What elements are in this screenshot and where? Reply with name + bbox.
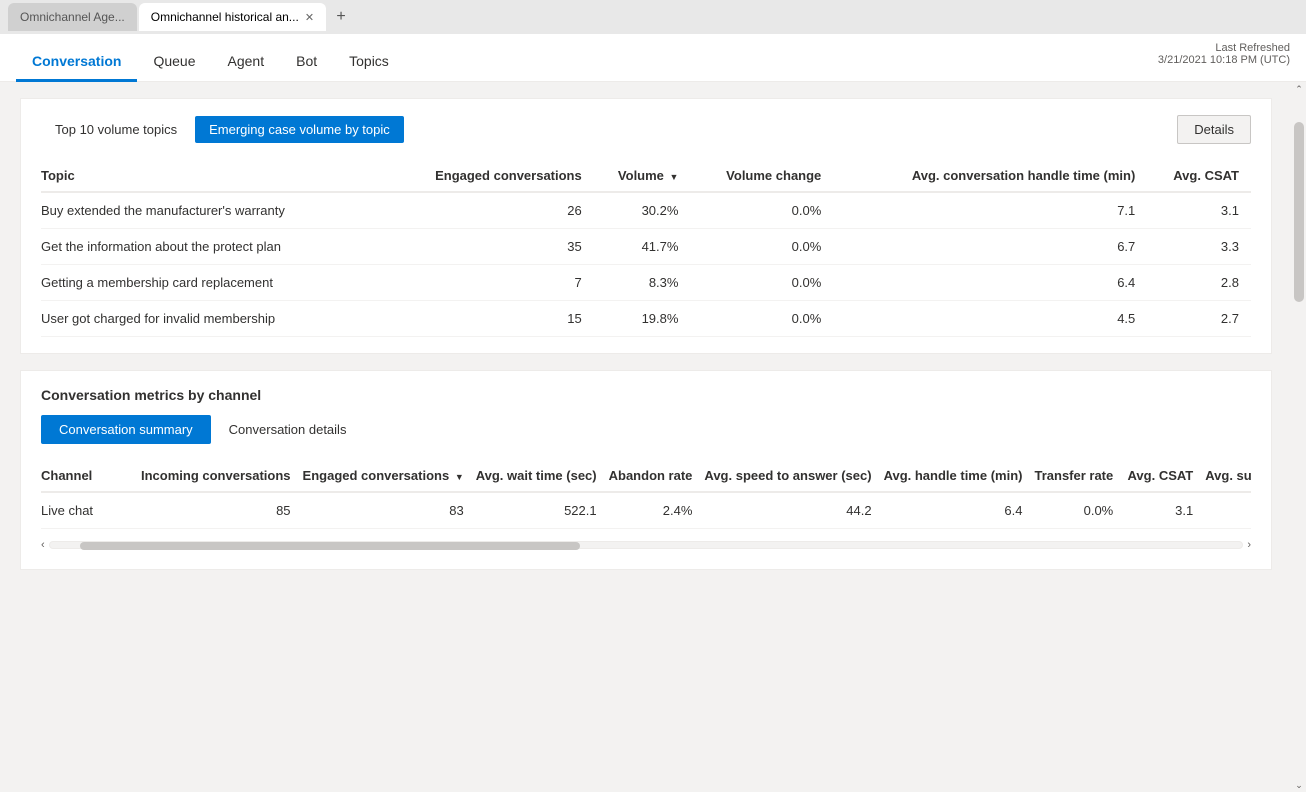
topics-card: Top 10 volume topics Emerging case volum… (20, 98, 1272, 354)
cell-engaged: 7 (382, 265, 594, 301)
cell-volume: 19.8% (594, 301, 691, 337)
nav-tab-queue[interactable]: Queue (137, 41, 211, 82)
cell-volume: 41.7% (594, 229, 691, 265)
channel-table-header: Channel Incoming conversations Engaged c… (41, 460, 1251, 492)
tab-emerging-case-volume[interactable]: Emerging case volume by topic (195, 116, 404, 143)
cell-engaged: 83 (303, 492, 476, 529)
cell-avg-handle: 6.4 (833, 265, 1147, 301)
col-avg-handle: Avg. conversation handle time (min) (833, 160, 1147, 192)
browser-tab-2-close[interactable]: ✕ (305, 11, 314, 24)
tab-conversation-details[interactable]: Conversation details (211, 415, 365, 444)
nav-tab-topics[interactable]: Topics (333, 41, 405, 82)
scroll-up-arrow[interactable]: ⌃ (1292, 82, 1306, 96)
summary-tab-bar: Conversation summary Conversation detail… (41, 415, 1251, 444)
ch-col-handle: Avg. handle time (min) (884, 460, 1035, 492)
cell-channel: Live chat (41, 492, 141, 529)
v-scrollbar: ⌃ ⌄ (1292, 82, 1306, 792)
cell-engaged: 15 (382, 301, 594, 337)
metrics-section-title: Conversation metrics by channel (41, 387, 1251, 403)
cell-topic: User got charged for invalid membership (41, 301, 382, 337)
cell-avg-csat: 2.7 (1147, 301, 1251, 337)
scroll-right-arrow[interactable]: › (1247, 539, 1251, 551)
cell-topic: Getting a membership card replacement (41, 265, 382, 301)
page-wrapper: Top 10 volume topics Emerging case volum… (0, 82, 1306, 792)
topics-tab-bar: Top 10 volume topics Emerging case volum… (41, 115, 1251, 144)
engaged-sort-icon: ▼ (455, 472, 464, 482)
browser-tab-1[interactable]: Omnichannel Age... (8, 3, 137, 31)
cell-volume: 8.3% (594, 265, 691, 301)
cell-volume: 30.2% (594, 192, 691, 229)
table-row: Get the information about the protect pl… (41, 229, 1251, 265)
col-topic: Topic (41, 160, 382, 192)
cell-abandon: 2.4% (609, 492, 705, 529)
scroll-down-arrow[interactable]: ⌄ (1292, 778, 1306, 792)
last-refreshed-info: Last Refreshed 3/21/2021 10:18 PM (UTC) (1158, 42, 1290, 66)
table-row: Live chat 85 83 522.1 2.4% 44.2 6.4 0.0%… (41, 492, 1251, 529)
cell-avg-handle: 4.5 (833, 301, 1147, 337)
browser-tab-bar: Omnichannel Age... Omnichannel historica… (0, 0, 1306, 34)
cell-avg-wait: 522.1 (476, 492, 609, 529)
cell-avg-csat: 3.1 (1147, 192, 1251, 229)
nav-tab-bot[interactable]: Bot (280, 41, 333, 82)
cell-handle: 6.4 (884, 492, 1035, 529)
col-engaged-conversations: Engaged conversations (382, 160, 594, 192)
ch-col-engaged: Engaged conversations ▼ (303, 460, 476, 492)
h-scrollbar-track[interactable] (49, 541, 1244, 549)
browser-tab-1-label: Omnichannel Age... (20, 10, 125, 24)
ch-col-survey: Avg. survey se (1205, 460, 1251, 492)
topics-table-header: Topic Engaged conversations Volume ▼ Vol… (41, 160, 1251, 192)
ch-col-incoming: Incoming conversations (141, 460, 303, 492)
ch-col-transfer: Transfer rate (1034, 460, 1125, 492)
ch-col-avg-wait: Avg. wait time (sec) (476, 460, 609, 492)
cell-speed: 44.2 (704, 492, 883, 529)
browser-tab-2-label: Omnichannel historical an... (151, 10, 299, 24)
cell-volume-change: 0.0% (690, 265, 833, 301)
cell-engaged: 26 (382, 192, 594, 229)
cell-transfer: 0.0% (1034, 492, 1125, 529)
channel-table-body: Live chat 85 83 522.1 2.4% 44.2 6.4 0.0%… (41, 492, 1251, 529)
details-button[interactable]: Details (1177, 115, 1251, 144)
new-tab-button[interactable]: + (328, 4, 354, 30)
channel-table: Channel Incoming conversations Engaged c… (41, 460, 1251, 529)
app-nav: Conversation Queue Agent Bot Topics Last… (0, 34, 1306, 82)
tab-top10-volume[interactable]: Top 10 volume topics (41, 116, 191, 143)
volume-sort-icon: ▼ (670, 172, 679, 182)
cell-volume-change: 0.0% (690, 229, 833, 265)
topics-table-scroll[interactable]: Topic Engaged conversations Volume ▼ Vol… (41, 160, 1251, 337)
cell-topic: Buy extended the manufacturer's warranty (41, 192, 382, 229)
nav-tab-conversation[interactable]: Conversation (16, 41, 137, 82)
tab-conversation-summary[interactable]: Conversation summary (41, 415, 211, 444)
ch-col-abandon: Abandon rate (609, 460, 705, 492)
col-avg-csat: Avg. CSAT (1147, 160, 1251, 192)
col-volume: Volume ▼ (594, 160, 691, 192)
topics-table: Topic Engaged conversations Volume ▼ Vol… (41, 160, 1251, 337)
table-row: Buy extended the manufacturer's warranty… (41, 192, 1251, 229)
cell-csat: 3.1 (1125, 492, 1205, 529)
cell-topic: Get the information about the protect pl… (41, 229, 382, 265)
cell-avg-csat: 3.3 (1147, 229, 1251, 265)
ch-col-speed: Avg. speed to answer (sec) (704, 460, 883, 492)
table-row: User got charged for invalid membership … (41, 301, 1251, 337)
metrics-card: Conversation metrics by channel Conversa… (20, 370, 1272, 570)
cell-survey (1205, 492, 1251, 529)
main-scroll-area[interactable]: Top 10 volume topics Emerging case volum… (0, 82, 1292, 792)
channel-table-scroll[interactable]: Channel Incoming conversations Engaged c… (41, 460, 1251, 529)
cell-incoming: 85 (141, 492, 303, 529)
table-row: Getting a membership card replacement 7 … (41, 265, 1251, 301)
cell-volume-change: 0.0% (690, 192, 833, 229)
cell-engaged: 35 (382, 229, 594, 265)
h-scrollbar-thumb (80, 542, 580, 550)
topics-table-body: Buy extended the manufacturer's warranty… (41, 192, 1251, 337)
scroll-left-arrow[interactable]: ‹ (41, 539, 45, 551)
col-volume-change: Volume change (690, 160, 833, 192)
ch-col-channel: Channel (41, 460, 141, 492)
nav-tab-agent[interactable]: Agent (212, 41, 281, 82)
cell-volume-change: 0.0% (690, 301, 833, 337)
v-scrollbar-thumb[interactable] (1294, 122, 1304, 302)
browser-tab-2[interactable]: Omnichannel historical an... ✕ (139, 3, 326, 31)
cell-avg-handle: 7.1 (833, 192, 1147, 229)
cell-avg-handle: 6.7 (833, 229, 1147, 265)
ch-col-csat: Avg. CSAT (1125, 460, 1205, 492)
cell-avg-csat: 2.8 (1147, 265, 1251, 301)
